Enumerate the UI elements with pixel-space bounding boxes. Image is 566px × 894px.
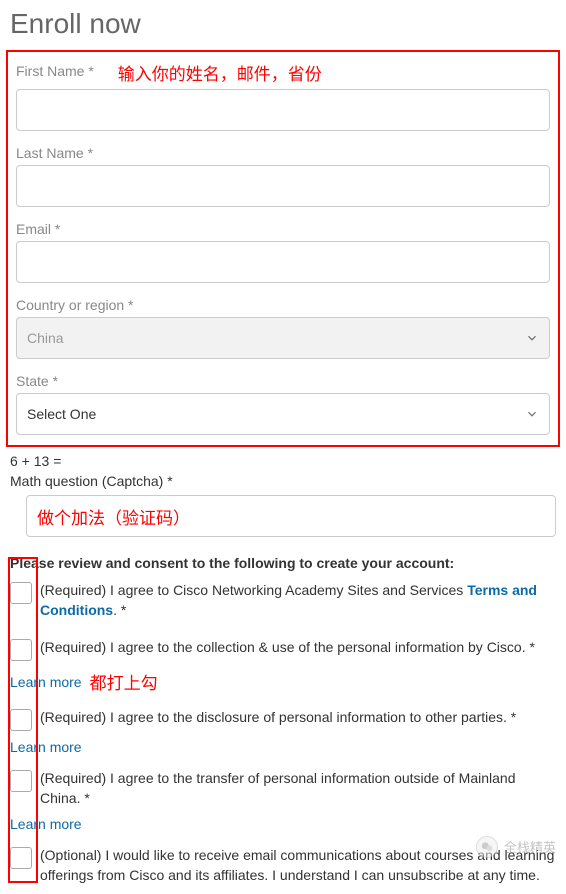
consent-checkbox-0[interactable]: [10, 582, 32, 604]
captcha-section: 6 + 13 = Math question (Captcha) *: [0, 447, 566, 537]
consent-text-2: (Required) I agree to the disclosure of …: [40, 708, 516, 728]
consent-text-1: (Required) I agree to the collection & u…: [40, 638, 535, 658]
learn-more-link-3[interactable]: Learn more: [10, 816, 556, 832]
captcha-input[interactable]: [26, 495, 556, 537]
state-label: State *: [16, 373, 550, 389]
consent-text-0: (Required) I agree to Cisco Networking A…: [40, 581, 556, 620]
chevron-down-icon: [525, 331, 539, 345]
captcha-label: Math question (Captcha) *: [10, 473, 556, 489]
consent-item: (Required) I agree to Cisco Networking A…: [10, 581, 556, 620]
consent-checkbox-3[interactable]: [10, 770, 32, 792]
country-select: China: [16, 317, 550, 359]
state-select[interactable]: Select One: [16, 393, 550, 435]
consent-text-3: (Required) I agree to the transfer of pe…: [40, 769, 556, 808]
captcha-question: 6 + 13 =: [10, 453, 556, 469]
consent-checkbox-2[interactable]: [10, 709, 32, 731]
page-title: Enroll now: [0, 0, 566, 50]
consent-item: (Required) I agree to the collection & u…: [10, 638, 556, 661]
chevron-down-icon: [525, 407, 539, 421]
consent-item: (Required) I agree to the transfer of pe…: [10, 769, 556, 808]
first-name-label: First Name *: [16, 63, 94, 79]
wechat-icon: [476, 836, 498, 858]
consent-checkbox-4[interactable]: [10, 847, 32, 869]
last-name-label: Last Name *: [16, 145, 550, 161]
form-annotation-box: First Name * 输入你的姓名，邮件，省份 Last Name * Em…: [6, 50, 560, 447]
country-value: China: [27, 330, 64, 346]
first-name-input[interactable]: [16, 89, 550, 131]
annotation-check-hint: 都打上勾: [90, 669, 158, 694]
watermark: 全栈精英: [476, 836, 556, 858]
last-name-input[interactable]: [16, 165, 550, 207]
email-label: Email *: [16, 221, 550, 237]
consent-heading: Please review and consent to the followi…: [0, 537, 566, 581]
consent-item: (Required) I agree to the disclosure of …: [10, 708, 556, 731]
learn-more-link-1[interactable]: Learn more: [10, 674, 82, 690]
email-input[interactable]: [16, 241, 550, 283]
learn-more-link-2[interactable]: Learn more: [10, 739, 556, 755]
consent-item: (Optional) I would like to receive email…: [10, 846, 556, 885]
consent-checkbox-1[interactable]: [10, 639, 32, 661]
state-value: Select One: [27, 406, 96, 422]
country-label: Country or region *: [16, 297, 550, 313]
watermark-text: 全栈精英: [504, 837, 556, 856]
annotation-name-hint: 输入你的姓名，邮件，省份: [118, 60, 322, 85]
